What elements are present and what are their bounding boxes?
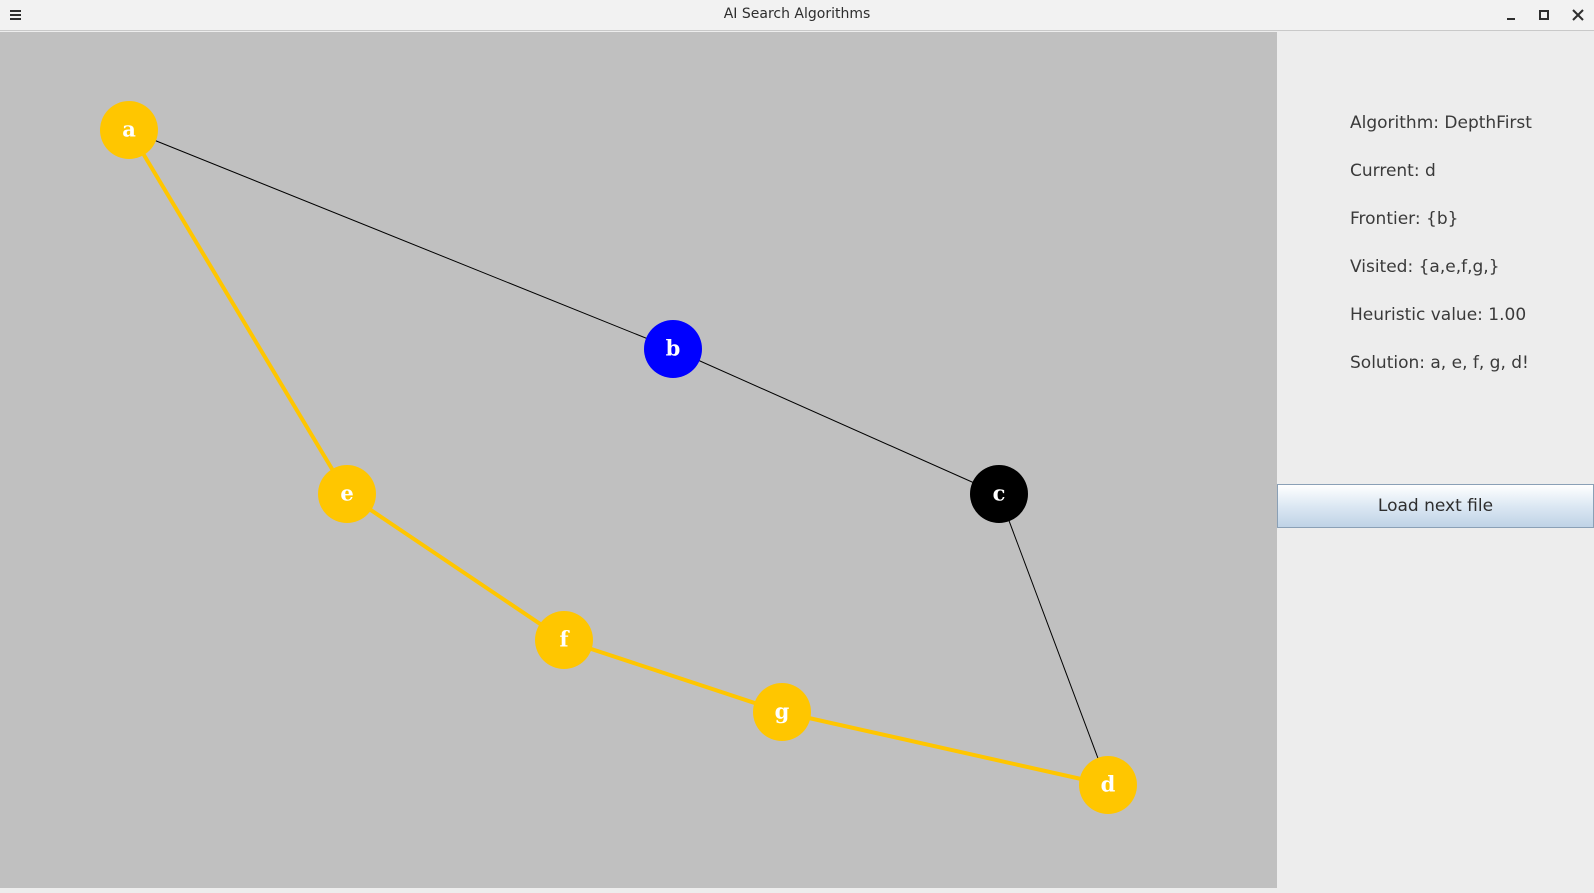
edge-f-g	[563, 638, 783, 714]
node-f[interactable]: f	[535, 611, 593, 669]
node-label-b: b	[666, 336, 681, 361]
node-g[interactable]: g	[753, 683, 811, 741]
node-label-a: a	[122, 117, 136, 142]
edge-e-f	[345, 492, 566, 642]
node-b[interactable]: b	[644, 320, 702, 378]
edge-a-e	[127, 128, 349, 496]
node-label-d: d	[1101, 772, 1116, 797]
node-e[interactable]: e	[318, 465, 376, 523]
edge-a-b	[128, 129, 674, 350]
node-label-e: e	[340, 481, 353, 506]
close-icon[interactable]	[1567, 4, 1589, 26]
minimize-icon[interactable]	[1500, 4, 1522, 26]
frontier-label: Frontier: {b}	[1350, 209, 1459, 229]
graph-svg: a b c d e f g	[100, 101, 1137, 814]
edge-b-c	[672, 348, 1000, 495]
node-label-c: c	[993, 481, 1006, 506]
algorithm-label: Algorithm: DepthFirst	[1350, 113, 1532, 133]
node-c[interactable]: c	[970, 465, 1028, 523]
title-bar: AI Search Algorithms	[0, 0, 1594, 31]
info-panel: Algorithm: DepthFirst Current: d Frontie…	[1277, 32, 1594, 893]
node-a[interactable]: a	[100, 101, 158, 159]
graph-canvas[interactable]: a b c d e f g	[0, 32, 1277, 888]
edge-g-d	[781, 710, 1109, 787]
maximize-icon[interactable]	[1533, 4, 1555, 26]
visited-label: Visited: {a,e,f,g,}	[1350, 257, 1500, 277]
window-title: AI Search Algorithms	[723, 6, 871, 22]
edge-c-d	[998, 493, 1109, 786]
load-next-file-button[interactable]: Load next file	[1277, 484, 1594, 528]
solution-label: Solution: a, e, f, g, d!	[1350, 353, 1529, 373]
current-node-label: Current: d	[1350, 161, 1436, 181]
node-d[interactable]: d	[1079, 756, 1137, 814]
heuristic-value-label: Heuristic value: 1.00	[1350, 305, 1527, 325]
node-label-g: g	[775, 699, 790, 724]
bottom-strip	[0, 888, 1277, 893]
